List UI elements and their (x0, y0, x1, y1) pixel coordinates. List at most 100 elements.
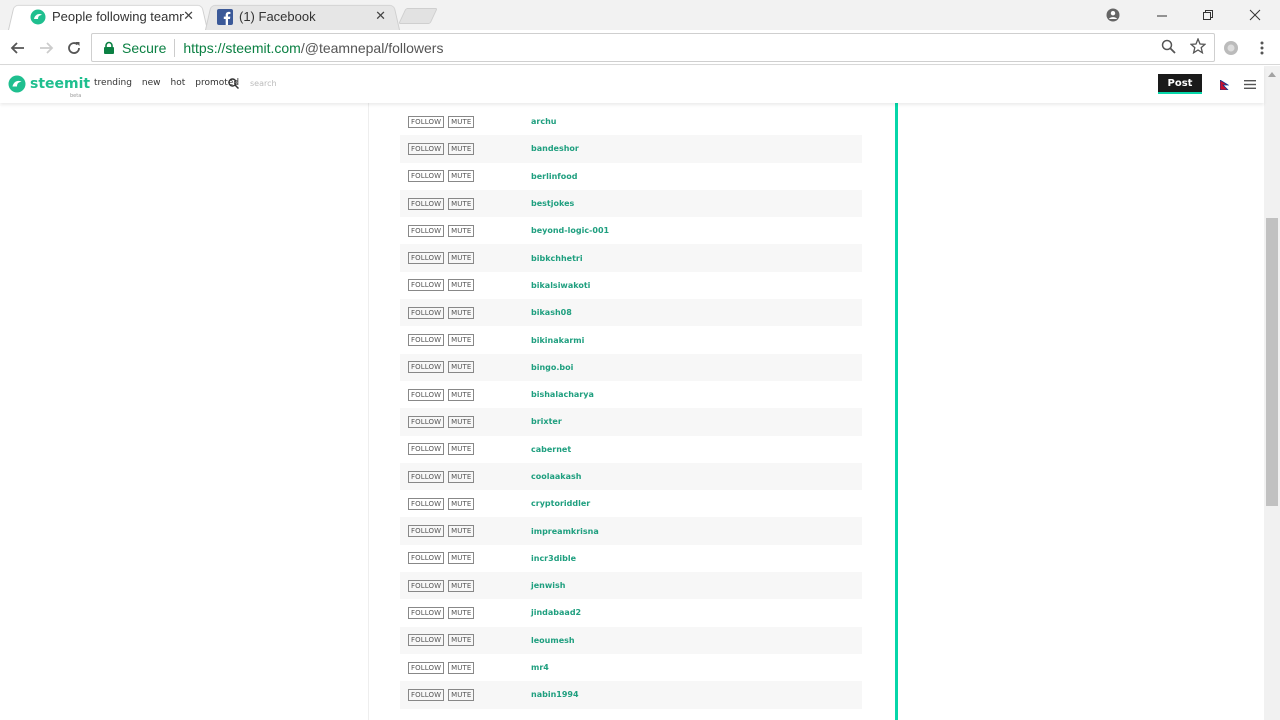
follow-button[interactable]: FOLLOW (408, 688, 445, 701)
follower-username[interactable]: jindabaad2 (531, 608, 581, 617)
tab-steemit-followers[interactable]: People following teamne ✕ (8, 3, 208, 30)
follower-username[interactable]: bikalsiwakoti (531, 281, 590, 290)
follower-username[interactable]: coolaakash (531, 472, 581, 481)
mute-button[interactable]: MUTE (448, 334, 475, 347)
follow-button[interactable]: FOLLOW (408, 224, 445, 237)
follower-username[interactable]: archu (531, 117, 556, 126)
follow-button[interactable]: FOLLOW (408, 661, 445, 674)
mute-button[interactable]: MUTE (448, 170, 475, 183)
mute-button[interactable]: MUTE (448, 142, 475, 155)
mute-button[interactable]: MUTE (448, 552, 475, 565)
nav-trending[interactable]: trending (94, 78, 132, 88)
follower-username[interactable]: bikash08 (531, 308, 572, 317)
profile-icon[interactable] (1090, 0, 1136, 30)
follow-button[interactable]: FOLLOW (408, 415, 445, 428)
follow-button[interactable]: FOLLOW (408, 142, 445, 155)
follower-row: FOLLOW MUTE jenwish (400, 572, 862, 600)
close-tab-icon[interactable]: ✕ (375, 9, 386, 24)
search-input[interactable]: search (250, 79, 277, 88)
close-window-icon[interactable] (1232, 0, 1278, 30)
search-icon[interactable] (228, 78, 239, 89)
back-button[interactable] (6, 36, 30, 60)
nav-hot[interactable]: hot (171, 78, 186, 88)
follower-username[interactable]: bibkchhetri (531, 254, 583, 263)
mute-button[interactable]: MUTE (448, 688, 475, 701)
follow-button[interactable]: FOLLOW (408, 334, 445, 347)
follow-button[interactable]: FOLLOW (408, 361, 445, 374)
nav-new[interactable]: new (142, 78, 161, 88)
row-actions: FOLLOW MUTE (408, 279, 531, 292)
address-bar[interactable]: Secure https://steemit.com/@teamnepal/fo… (91, 33, 1215, 62)
follower-row: FOLLOW MUTE bishalacharya (400, 381, 862, 408)
follower-username[interactable]: nabin1994 (531, 690, 579, 699)
follower-username[interactable]: mr4 (531, 663, 549, 672)
follow-button[interactable]: FOLLOW (408, 525, 445, 538)
mute-button[interactable]: MUTE (448, 661, 475, 674)
follower-username[interactable]: brixter (531, 417, 562, 426)
mute-button[interactable]: MUTE (448, 497, 475, 510)
follower-username[interactable]: incr3dible (531, 554, 576, 563)
follower-username[interactable]: beyond-logic-001 (531, 226, 609, 235)
mute-button[interactable]: MUTE (448, 306, 475, 319)
mute-button[interactable]: MUTE (448, 415, 475, 428)
mute-button[interactable]: MUTE (448, 252, 475, 265)
follower-username[interactable]: bishalacharya (531, 390, 594, 399)
follow-button[interactable]: FOLLOW (408, 279, 445, 292)
post-button[interactable]: Post (1158, 74, 1202, 94)
follow-button[interactable]: FOLLOW (408, 470, 445, 483)
mute-button[interactable]: MUTE (448, 224, 475, 237)
follower-username[interactable]: jenwish (531, 581, 565, 590)
mute-button[interactable]: MUTE (448, 606, 475, 619)
mute-button[interactable]: MUTE (448, 115, 475, 128)
mute-button[interactable]: MUTE (448, 197, 475, 210)
follow-button[interactable]: FOLLOW (408, 170, 445, 183)
follower-username[interactable]: bestjokes (531, 199, 574, 208)
mute-button[interactable]: MUTE (448, 388, 475, 401)
mute-button[interactable]: MUTE (448, 279, 475, 292)
chrome-menu-icon[interactable] (1250, 36, 1274, 60)
mute-button[interactable]: MUTE (448, 634, 475, 647)
follower-row: FOLLOW MUTE cabernet (400, 436, 862, 463)
follow-button[interactable]: FOLLOW (408, 497, 445, 510)
mute-button[interactable]: MUTE (448, 361, 475, 374)
follower-username[interactable]: bandeshor (531, 144, 579, 153)
nepal-flag-icon[interactable] (1220, 80, 1229, 90)
minimize-icon[interactable] (1139, 0, 1185, 30)
follower-username[interactable]: cryptoriddler (531, 499, 590, 508)
mute-button[interactable]: MUTE (448, 525, 475, 538)
follow-button[interactable]: FOLLOW (408, 634, 445, 647)
follower-username[interactable]: berlinfood (531, 172, 577, 181)
tab-facebook[interactable]: (1) Facebook ✕ (205, 3, 400, 30)
follow-button[interactable]: FOLLOW (408, 552, 445, 565)
new-tab-button[interactable] (398, 8, 438, 24)
steemit-logo[interactable]: steemit beta (8, 75, 90, 99)
follower-username[interactable]: bikinakarmi (531, 336, 584, 345)
bookmark-star-icon[interactable] (1190, 38, 1206, 54)
mute-button[interactable]: MUTE (448, 470, 475, 483)
scroll-up-icon[interactable] (1268, 72, 1276, 77)
follower-username[interactable]: leoumesh (531, 636, 575, 645)
extension-icon[interactable] (1219, 36, 1243, 60)
follow-button[interactable]: FOLLOW (408, 306, 445, 319)
follow-button[interactable]: FOLLOW (408, 197, 445, 210)
followers-list: FOLLOW MUTE archu FOLLOW MUTE bandeshor FOLLOW… (400, 108, 862, 709)
follower-username[interactable]: cabernet (531, 445, 571, 454)
follow-button[interactable]: FOLLOW (408, 443, 445, 456)
follower-username[interactable]: impreamkrisna (531, 527, 599, 536)
reload-button[interactable] (62, 36, 86, 60)
zoom-icon[interactable] (1161, 39, 1176, 54)
follow-button[interactable]: FOLLOW (408, 115, 445, 128)
follow-button[interactable]: FOLLOW (408, 252, 445, 265)
mute-button[interactable]: MUTE (448, 443, 475, 456)
restore-icon[interactable] (1185, 0, 1231, 30)
scrollbar-thumb[interactable] (1266, 218, 1278, 506)
mute-button[interactable]: MUTE (448, 579, 475, 592)
follow-button[interactable]: FOLLOW (408, 606, 445, 619)
hamburger-menu-icon[interactable] (1244, 80, 1256, 89)
follow-button[interactable]: FOLLOW (408, 579, 445, 592)
follower-username[interactable]: bingo.boi (531, 363, 573, 372)
page-scrollbar[interactable] (1264, 66, 1280, 720)
close-tab-icon[interactable]: ✕ (183, 9, 194, 24)
follow-button[interactable]: FOLLOW (408, 388, 445, 401)
forward-button[interactable] (34, 36, 58, 60)
